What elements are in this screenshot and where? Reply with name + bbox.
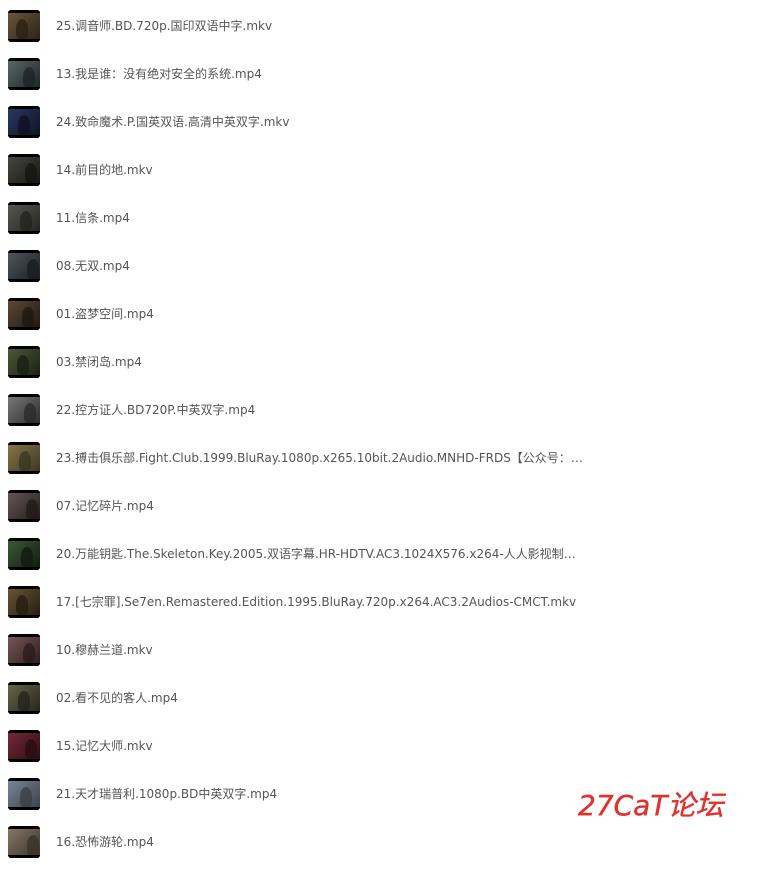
file-row[interactable]: 22.控方证人.BD720P.中英双字.mp4: [0, 394, 757, 442]
file-name[interactable]: 15.记忆大师.mkv: [56, 737, 586, 755]
video-thumbnail[interactable]: [8, 586, 40, 618]
file-row[interactable]: 07.记忆碎片.mp4: [0, 490, 757, 538]
file-row[interactable]: 16.恐怖游轮.mp4: [0, 826, 757, 874]
file-row[interactable]: 08.无双.mp4: [0, 250, 757, 298]
video-thumbnail[interactable]: [8, 490, 40, 522]
video-thumbnail[interactable]: [8, 394, 40, 426]
file-name[interactable]: 22.控方证人.BD720P.中英双字.mp4: [56, 401, 586, 419]
file-name[interactable]: 24.致命魔术.P.国英双语.高清中英双字.mkv: [56, 113, 586, 131]
file-row[interactable]: 02.看不见的客人.mp4: [0, 682, 757, 730]
video-thumbnail[interactable]: [8, 778, 40, 810]
file-row[interactable]: 23.搏击俱乐部.Fight.Club.1999.BluRay.1080p.x2…: [0, 442, 757, 490]
file-row[interactable]: 20.万能钥匙.The.Skeleton.Key.2005.双语字幕.HR-HD…: [0, 538, 757, 586]
video-thumbnail[interactable]: [8, 538, 40, 570]
file-name[interactable]: 02.看不见的客人.mp4: [56, 689, 586, 707]
file-name[interactable]: 13.我是谁：没有绝对安全的系统.mp4: [56, 65, 586, 83]
video-thumbnail[interactable]: [8, 154, 40, 186]
file-name[interactable]: 20.万能钥匙.The.Skeleton.Key.2005.双语字幕.HR-HD…: [56, 545, 586, 563]
video-thumbnail[interactable]: [8, 346, 40, 378]
file-name[interactable]: 01.盗梦空间.mp4: [56, 305, 586, 323]
file-row[interactable]: 15.记忆大师.mkv: [0, 730, 757, 778]
file-name[interactable]: 08.无双.mp4: [56, 257, 586, 275]
file-row[interactable]: 01.盗梦空间.mp4: [0, 298, 757, 346]
file-name[interactable]: 17.[七宗罪].Se7en.Remastered.Edition.1995.B…: [56, 593, 586, 611]
video-thumbnail[interactable]: [8, 442, 40, 474]
video-thumbnail[interactable]: [8, 202, 40, 234]
video-thumbnail[interactable]: [8, 58, 40, 90]
video-thumbnail[interactable]: [8, 106, 40, 138]
file-name[interactable]: 16.恐怖游轮.mp4: [56, 833, 586, 851]
video-thumbnail[interactable]: [8, 634, 40, 666]
file-row[interactable]: 11.信条.mp4: [0, 202, 757, 250]
file-name[interactable]: 14.前目的地.mkv: [56, 161, 586, 179]
video-thumbnail[interactable]: [8, 682, 40, 714]
video-thumbnail[interactable]: [8, 250, 40, 282]
video-thumbnail[interactable]: [8, 730, 40, 762]
file-row[interactable]: 10.穆赫兰道.mkv: [0, 634, 757, 682]
file-name[interactable]: 23.搏击俱乐部.Fight.Club.1999.BluRay.1080p.x2…: [56, 449, 586, 467]
file-name[interactable]: 21.天才瑞普利.1080p.BD中英双字.mp4: [56, 785, 586, 803]
file-row[interactable]: 24.致命魔术.P.国英双语.高清中英双字.mkv: [0, 106, 757, 154]
file-row[interactable]: 17.[七宗罪].Se7en.Remastered.Edition.1995.B…: [0, 586, 757, 634]
video-thumbnail[interactable]: [8, 826, 40, 858]
video-thumbnail[interactable]: [8, 10, 40, 42]
video-thumbnail[interactable]: [8, 298, 40, 330]
file-name[interactable]: 03.禁闭岛.mp4: [56, 353, 586, 371]
file-row[interactable]: 14.前目的地.mkv: [0, 154, 757, 202]
file-row[interactable]: 13.我是谁：没有绝对安全的系统.mp4: [0, 58, 757, 106]
file-name[interactable]: 10.穆赫兰道.mkv: [56, 641, 586, 659]
file-name[interactable]: 11.信条.mp4: [56, 209, 586, 227]
file-row[interactable]: 21.天才瑞普利.1080p.BD中英双字.mp4: [0, 778, 757, 826]
file-name[interactable]: 25.调音师.BD.720p.国印双语中字.mkv: [56, 17, 586, 35]
file-name[interactable]: 07.记忆碎片.mp4: [56, 497, 586, 515]
file-row[interactable]: 03.禁闭岛.mp4: [0, 346, 757, 394]
file-row[interactable]: 25.调音师.BD.720p.国印双语中字.mkv: [0, 10, 757, 58]
